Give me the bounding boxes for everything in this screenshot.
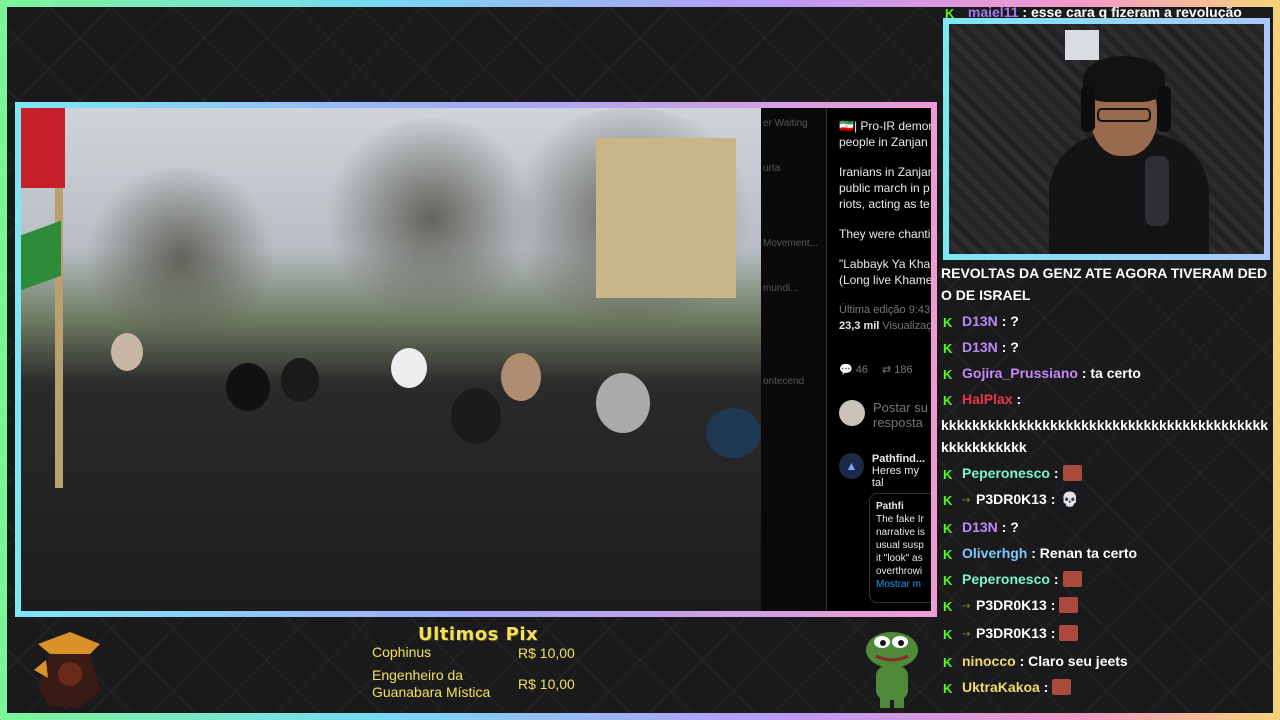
chat-username[interactable]: ninocco: [962, 653, 1016, 669]
kick-k-icon: K: [943, 655, 953, 670]
chat-message: kkkkkkkkkkkkkkkkkkkkkkkkkkkkkkkkkkkkkkkk…: [941, 412, 1271, 460]
glasses: [1097, 108, 1151, 122]
chat-message: K D13N : ?: [941, 308, 1271, 334]
chat-text: :: [1050, 597, 1056, 613]
kick-k-icon: K: [943, 467, 953, 482]
sub-badge-icon: ⇢: [962, 601, 971, 612]
chat-message: K ⇢ P3DR0K13 :: [941, 620, 1271, 648]
avatar: [839, 400, 865, 426]
chat-text: :: [1016, 391, 1022, 407]
chat-message: K Peperonesco :: [941, 460, 1271, 486]
tweet-panel[interactable]: er Waiting urta Movement... mundi... ont…: [761, 108, 931, 611]
tweet-stats: 💬 46 ⇄ 186: [839, 363, 913, 376]
pix-row: Cophinus R$ 10,00: [372, 644, 588, 661]
tweet-sidebar: er Waiting urta Movement... mundi... ont…: [761, 108, 827, 611]
chat-message: K D13N : ?: [941, 334, 1271, 360]
kick-k-icon: K: [943, 367, 953, 382]
reply-count[interactable]: 💬 46: [839, 363, 868, 376]
microphone-icon: [1145, 156, 1169, 226]
pix-amount: R$ 10,00: [518, 644, 575, 661]
flag: [21, 108, 65, 188]
kick-k-icon: K: [943, 521, 953, 536]
main-video[interactable]: er Waiting urta Movement... mundi... ont…: [15, 102, 937, 617]
emote-icon: [1062, 571, 1082, 587]
pepe-frog-icon: [862, 628, 922, 710]
chat-username[interactable]: Peperonesco: [962, 465, 1050, 481]
chat-username[interactable]: Peperonesco: [962, 571, 1050, 587]
show-more-link[interactable]: Mostrar m: [876, 578, 931, 591]
chat-panel: REVOLTAS DA GENZ ATE AGORA TIVERAM DEDO …: [941, 260, 1271, 700]
sub-badge-icon: ⇢: [962, 495, 971, 506]
chat-message: Kninocco : Claro seu jeets: [941, 648, 1271, 674]
chat-text: :: [1050, 625, 1056, 641]
chat-text: : ta certo: [1081, 365, 1141, 381]
chat-username[interactable]: Oliverhgh: [962, 545, 1027, 561]
chat-text: : ?: [1001, 313, 1019, 329]
kick-k-icon: K: [943, 627, 953, 642]
kick-k-icon: K: [943, 493, 953, 508]
chat-text: REVOLTAS DA GENZ ATE AGORA TIVERAM DEDO …: [941, 265, 1268, 303]
chat-message: K UktraKakoa :: [941, 674, 1271, 700]
chat-message: K D13N : ?: [941, 514, 1271, 540]
kick-k-icon: K: [943, 681, 953, 696]
chat-text: : Claro seu jeets: [1019, 653, 1128, 669]
pix-amount: R$ 10,00: [518, 676, 575, 692]
webcam: [943, 18, 1270, 260]
chat-message: K Gojira_Prussiano : ta certo: [941, 360, 1271, 386]
pix-row: Engenheiro da Guanabara Mística R$ 10,00: [372, 667, 588, 701]
chat-text: :: [1053, 465, 1059, 481]
kick-k-icon: K: [943, 393, 953, 408]
chat-text: kkkkkkkkkkkkkkkkkkkkkkkkkkkkkkkkkkkkkkkk…: [941, 417, 1269, 455]
chat-text: : Renan ta certo: [1031, 545, 1138, 561]
kick-k-icon: K: [943, 341, 953, 356]
chat-username[interactable]: D13N: [962, 339, 998, 355]
chat-text: :: [1053, 571, 1059, 587]
kick-k-icon: K: [943, 315, 953, 330]
kick-k-icon: K: [943, 547, 953, 562]
chat-username[interactable]: D13N: [962, 519, 998, 535]
chat-username[interactable]: Gojira_Prussiano: [962, 365, 1078, 381]
chat-text: : ?: [1001, 519, 1019, 535]
tweet-text: 🇮🇷| Pro-IR demor people in Zanjan Irania…: [839, 119, 931, 332]
pathfinder-logo-icon: ▲: [839, 453, 864, 479]
sub-badge-icon: ⇢: [962, 629, 971, 640]
pix-list: Cophinus R$ 10,00 Engenheiro da Guanabara …: [372, 644, 588, 707]
reply-box[interactable]: Postar su resposta: [839, 400, 928, 430]
protest-photo: [21, 108, 761, 611]
pix-donor-name: Engenheiro da Guanabara Mística: [372, 667, 491, 700]
chat-username[interactable]: P3DR0K13: [976, 491, 1047, 507]
lamp: [1065, 30, 1099, 60]
chat-text: : ?: [1001, 339, 1019, 355]
chat-text: :: [1043, 679, 1049, 695]
chat-username[interactable]: HalPlax: [962, 391, 1013, 407]
skull-icon: 💀: [1061, 491, 1079, 507]
emote-icon: [1052, 679, 1072, 695]
chat-username[interactable]: P3DR0K13: [976, 625, 1047, 641]
retweet-count[interactable]: ⇄ 186: [882, 363, 913, 376]
chat-username[interactable]: UktraKakoa: [962, 679, 1040, 695]
reply-tweet[interactable]: ▲ Pathfind... Heres my tal: [839, 453, 931, 489]
chat-text: :: [1050, 491, 1056, 507]
emote-icon: [1062, 465, 1082, 481]
emote-icon: [1059, 597, 1079, 613]
pix-donor-name: Cophinus: [372, 644, 432, 660]
pix-title: Ultimos Pix: [418, 624, 539, 645]
mascot-left: [30, 630, 110, 710]
chat-message: K Peperonesco :: [941, 566, 1271, 592]
emote-icon: [1059, 625, 1079, 641]
kick-k-icon: K: [943, 599, 953, 614]
chat-message: K Oliverhgh : Renan ta certo: [941, 540, 1271, 566]
chat-username[interactable]: P3DR0K13: [976, 597, 1047, 613]
chat-message: K ⇢ P3DR0K13 : 💀: [941, 486, 1271, 514]
headphones: [1081, 86, 1095, 132]
kick-k-icon: K: [943, 573, 953, 588]
quoted-tweet[interactable]: Pathfi The fake Ir narrative is usual su…: [869, 493, 931, 603]
chat-username[interactable]: D13N: [962, 313, 998, 329]
chat-message: K ⇢ P3DR0K13 :: [941, 592, 1271, 620]
chat-message: K HalPlax :: [941, 386, 1271, 412]
chat-message: REVOLTAS DA GENZ ATE AGORA TIVERAM DEDO …: [941, 260, 1271, 308]
